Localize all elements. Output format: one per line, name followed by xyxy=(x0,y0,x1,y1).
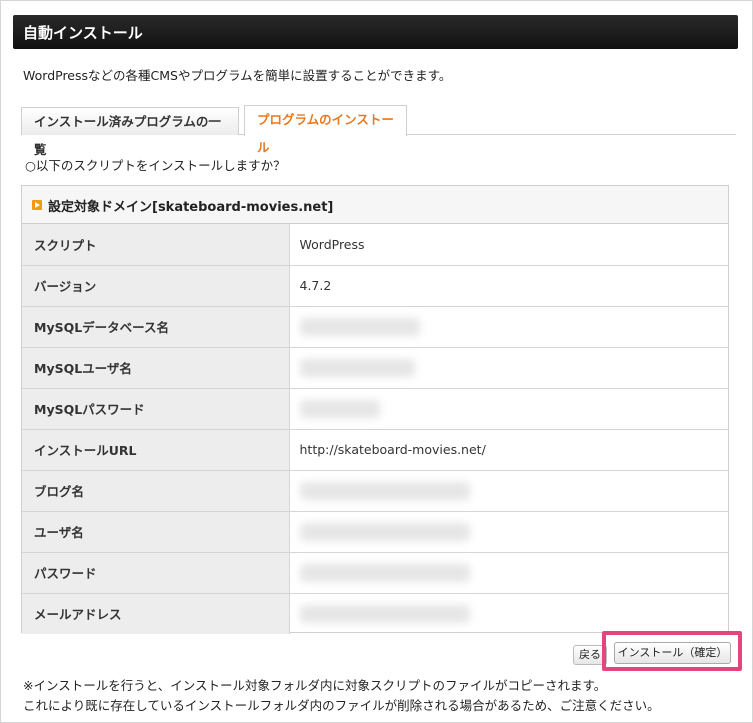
row-label: スクリプト xyxy=(22,224,290,266)
table-row: バージョン 4.7.2 xyxy=(22,265,728,307)
tab-bar: インストール済みプログラムの一覧 プログラムのインストール xyxy=(21,105,736,157)
redacted-value xyxy=(299,481,470,500)
table-row: MySQLユーザ名 xyxy=(22,347,728,389)
row-label: パスワード xyxy=(22,552,290,594)
table-row: ユーザ名 xyxy=(22,511,728,553)
settings-table: スクリプト WordPress バージョン 4.7.2 MySQLデータベース名… xyxy=(22,224,728,634)
redacted-value xyxy=(299,604,470,623)
row-value-redacted xyxy=(289,347,728,389)
redacted-value xyxy=(299,358,415,377)
install-note-line-1: ※インストールを行うと、インストール対象フォルダ内に対象スクリプトのファイルがコ… xyxy=(23,678,607,693)
row-value-redacted xyxy=(289,306,728,348)
install-confirm-button[interactable]: インストール（確定） xyxy=(614,642,731,664)
redacted-value xyxy=(299,522,470,541)
install-note-line-2: これにより既に存在しているインストールフォルダ内のファイルが削除される場合がある… xyxy=(23,698,660,713)
row-label: ユーザ名 xyxy=(22,511,290,553)
row-value: 4.7.2 xyxy=(289,265,728,307)
table-row: MySQLパスワード xyxy=(22,388,728,430)
row-value-redacted xyxy=(289,388,728,430)
table-row: メールアドレス xyxy=(22,593,728,634)
row-value-redacted xyxy=(289,593,728,634)
row-label: MySQLデータベース名 xyxy=(22,306,290,348)
table-row: スクリプト WordPress xyxy=(22,224,728,266)
row-label: インストールURL xyxy=(22,429,290,471)
domain-heading: 設定対象ドメイン[skateboard-movies.net] xyxy=(48,200,334,215)
table-row: パスワード xyxy=(22,552,728,594)
row-value-redacted xyxy=(289,470,728,512)
table-row: ブログ名 xyxy=(22,470,728,512)
row-label: バージョン xyxy=(22,265,290,307)
row-value: http://skateboard-movies.net/ xyxy=(289,429,728,471)
panel-heading: 設定対象ドメイン[skateboard-movies.net] xyxy=(22,186,728,224)
tab-installed-programs[interactable]: インストール済みプログラムの一覧 xyxy=(21,107,239,157)
install-settings-panel: 設定対象ドメイン[skateboard-movies.net] スクリプト Wo… xyxy=(21,185,729,634)
row-label: MySQLユーザ名 xyxy=(22,347,290,389)
row-value: WordPress xyxy=(289,224,728,266)
intro-text: WordPressなどの各種CMSやプログラムを簡単に設置することができます。 xyxy=(23,68,452,83)
page-frame: 自動インストール WordPressなどの各種CMSやプログラムを簡単に設置する… xyxy=(0,0,753,723)
confirm-question: ○以下のスクリプトをインストールしますか？ xyxy=(25,158,286,173)
table-row: インストールURL http://skateboard-movies.net/ xyxy=(22,429,728,471)
tab-install-program[interactable]: プログラムのインストール xyxy=(244,105,407,155)
page-title: 自動インストール xyxy=(23,24,143,42)
redacted-value xyxy=(299,563,470,582)
table-row: MySQLデータベース名 xyxy=(22,306,728,348)
arrow-bullet-icon xyxy=(32,200,42,210)
redacted-value xyxy=(299,317,420,336)
row-value-redacted xyxy=(289,552,728,594)
row-label: メールアドレス xyxy=(22,593,290,634)
row-label: MySQLパスワード xyxy=(22,388,290,430)
row-value-redacted xyxy=(289,511,728,553)
title-bar: 自動インストール xyxy=(13,15,738,49)
row-label: ブログ名 xyxy=(22,470,290,512)
redacted-value xyxy=(299,399,380,418)
